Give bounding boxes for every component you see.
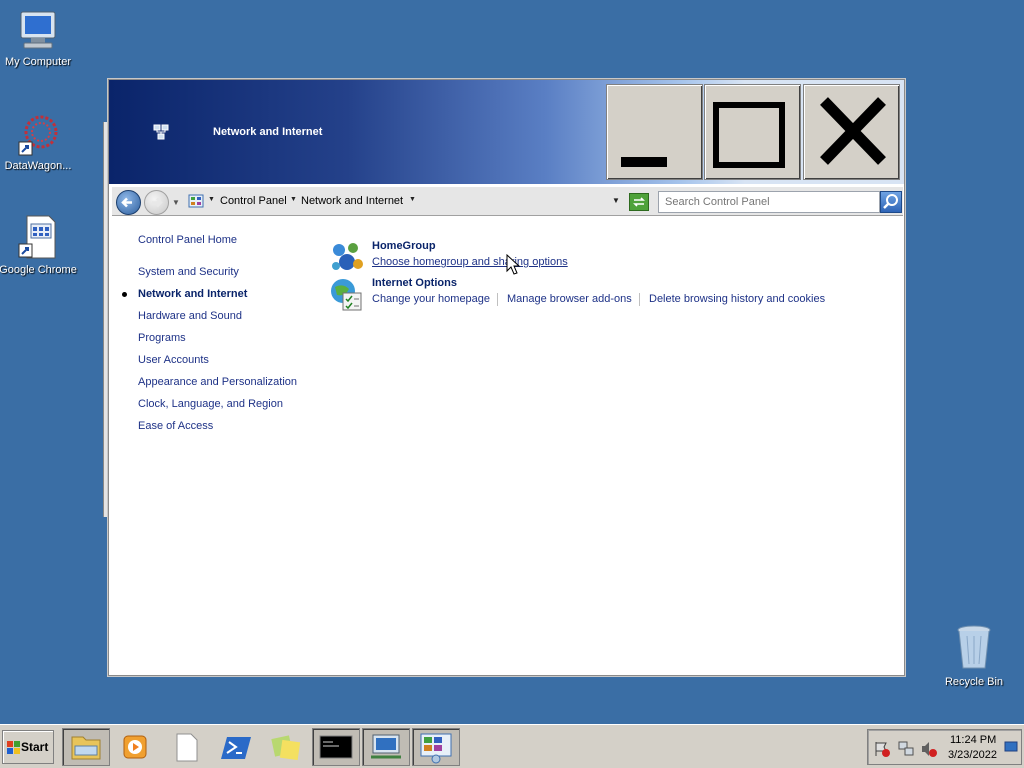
start-label: Start xyxy=(21,740,49,754)
refresh-button[interactable] xyxy=(629,193,649,211)
maximize-icon xyxy=(713,102,785,168)
taskbar-media-player[interactable] xyxy=(112,728,160,766)
network-icon xyxy=(153,124,169,140)
address-history-dropdown-icon[interactable]: ▼ xyxy=(612,196,620,205)
nav-item-network-and-internet[interactable]: Network and Internet xyxy=(122,288,248,300)
control-panel-icon xyxy=(420,733,452,764)
action-center-icon[interactable] xyxy=(873,740,891,758)
link-separator xyxy=(639,293,640,306)
internet-options-icon xyxy=(331,279,362,311)
delete-browsing-history-link[interactable]: Delete browsing history and cookies xyxy=(649,293,825,305)
taskbar-control-panel[interactable] xyxy=(412,728,460,766)
nav-item-clock-language-and-region[interactable]: Clock, Language, and Region xyxy=(138,398,283,410)
taskbar: Start 11:24 PM 3/23/2022 xyxy=(0,724,1024,768)
breadcrumb-arrow-icon[interactable]: ▼ xyxy=(409,196,416,203)
manage-add-ons-link[interactable]: Manage browser add-ons xyxy=(507,293,632,305)
desktop-icon-datawagon[interactable]: DataWagon... xyxy=(0,112,78,172)
desktop-icon-label: My Computer xyxy=(4,56,72,68)
windows-logo-icon xyxy=(7,741,20,754)
mouse-cursor-icon xyxy=(506,254,521,275)
nav-item-appearance-and-personalization[interactable]: Appearance and Personalization xyxy=(138,376,297,388)
network-connections-icon xyxy=(371,734,401,759)
nav-item-programs[interactable]: Programs xyxy=(138,332,186,344)
background-window-edge xyxy=(103,122,107,517)
desktop-icon-label: DataWagon... xyxy=(4,160,72,172)
nav-item-hardware-and-sound[interactable]: Hardware and Sound xyxy=(138,310,242,322)
close-button[interactable] xyxy=(803,84,900,180)
address-toolbar: ▼ ▼ Control Panel ▼ Network and Internet… xyxy=(112,186,903,216)
volume-muted-icon[interactable] xyxy=(920,740,938,758)
search-button[interactable] xyxy=(880,191,902,213)
back-arrow-icon xyxy=(121,197,132,208)
show-desktop-icon[interactable] xyxy=(1004,740,1018,754)
powershell-icon xyxy=(221,737,251,759)
breadcrumb-network-and-internet[interactable]: Network and Internet xyxy=(301,195,403,207)
control-panel-home-link[interactable]: Control Panel Home xyxy=(138,234,237,246)
sticky-notes-icon xyxy=(271,735,301,761)
desktop-icon-recycle-bin[interactable]: Recycle Bin xyxy=(934,624,1014,688)
nav-item-user-accounts[interactable]: User Accounts xyxy=(138,354,209,366)
taskbar-network-connections[interactable] xyxy=(362,728,410,766)
clock-date[interactable]: 3/23/2022 xyxy=(948,749,997,761)
computer-icon xyxy=(20,11,56,49)
homegroup-icon xyxy=(332,243,363,270)
link-separator xyxy=(497,293,498,306)
change-homepage-link[interactable]: Change your homepage xyxy=(372,293,490,305)
media-player-icon xyxy=(123,735,147,759)
nav-item-system-and-security[interactable]: System and Security xyxy=(138,266,239,278)
desktop-icon-my-computer[interactable]: My Computer xyxy=(0,10,78,68)
refresh-icon xyxy=(633,197,645,207)
category-title[interactable]: HomeGroup xyxy=(372,240,436,252)
close-icon xyxy=(820,97,886,165)
shortcut-icon xyxy=(18,215,56,259)
choose-homegroup-link[interactable]: Choose homegroup and sharing options xyxy=(372,256,568,268)
taskbar-notepad[interactable] xyxy=(162,728,210,766)
breadcrumb-control-panel[interactable]: Control Panel xyxy=(220,195,287,207)
start-button[interactable]: Start xyxy=(2,730,54,764)
command-prompt-icon xyxy=(319,735,353,759)
forward-button[interactable] xyxy=(144,190,169,215)
desktop-icon-google-chrome[interactable]: Google Chrome xyxy=(0,214,78,276)
title-bar[interactable]: Network and Internet xyxy=(109,80,904,184)
datawagon-icon xyxy=(18,115,58,156)
notepad-icon xyxy=(176,733,198,762)
network-status-icon[interactable] xyxy=(897,740,915,758)
window-title: Network and Internet xyxy=(213,126,323,138)
maximize-button[interactable] xyxy=(704,84,801,180)
taskbar-powershell[interactable] xyxy=(212,728,260,766)
recycle-bin-icon xyxy=(957,625,991,669)
minimize-icon xyxy=(621,157,667,167)
taskbar-file-explorer[interactable] xyxy=(62,728,110,766)
active-bullet-icon xyxy=(122,292,127,297)
forward-arrow-icon xyxy=(152,197,163,208)
control-panel-icon xyxy=(188,194,204,208)
file-explorer-icon xyxy=(71,736,101,760)
breadcrumb-arrow-icon[interactable]: ▼ xyxy=(208,196,215,203)
nav-item-ease-of-access[interactable]: Ease of Access xyxy=(138,420,213,432)
clock-time[interactable]: 11:24 PM xyxy=(950,734,996,746)
control-panel-window[interactable]: Network and Internet ▼ ▼ Control Panel ▼… xyxy=(108,79,905,676)
address-field[interactable]: ▼ Control Panel ▼ Network and Internet ▼ xyxy=(186,190,654,214)
breadcrumb-arrow-icon[interactable]: ▼ xyxy=(290,196,297,203)
category-title[interactable]: Internet Options xyxy=(372,277,457,289)
taskbar-sticky-notes[interactable] xyxy=(262,728,310,766)
desktop-icon-label: Recycle Bin xyxy=(944,676,1004,688)
system-tray: 11:24 PM 3/23/2022 xyxy=(867,729,1022,765)
minimize-button[interactable] xyxy=(606,84,703,180)
search-icon xyxy=(883,194,898,209)
search-input[interactable] xyxy=(658,191,880,213)
back-button[interactable] xyxy=(116,190,141,215)
taskbar-command-prompt[interactable] xyxy=(312,728,360,766)
recent-pages-dropdown-icon[interactable]: ▼ xyxy=(172,198,180,207)
desktop-icon-label: Google Chrome xyxy=(0,264,77,276)
nav-item-label: Network and Internet xyxy=(138,288,248,300)
